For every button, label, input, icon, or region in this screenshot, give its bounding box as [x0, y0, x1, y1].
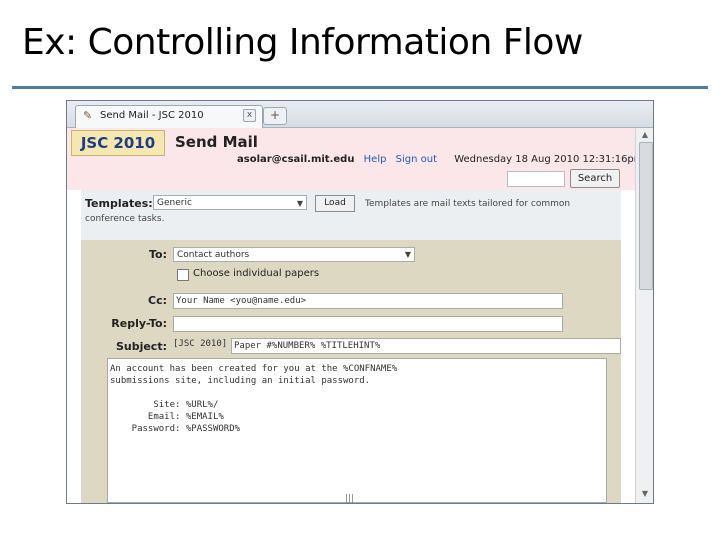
- close-icon[interactable]: x: [243, 109, 256, 122]
- sign-out-link[interactable]: Sign out: [396, 154, 437, 165]
- mail-form: To: Contact authors ▼ Choose individual …: [81, 240, 621, 503]
- subject-label: Subject:: [115, 340, 167, 353]
- search-button[interactable]: Search: [570, 169, 620, 188]
- page-header: JSC 2010 Send Mail asolar@csail.mit.edu …: [67, 128, 635, 190]
- scroll-up-icon[interactable]: ▲: [639, 130, 651, 140]
- templates-label: Templates:: [85, 197, 153, 210]
- user-email: asolar@csail.mit.edu: [237, 154, 355, 165]
- scroll-down-icon[interactable]: ▼: [639, 489, 651, 499]
- subject-prefix: [JSC 2010]: [173, 339, 228, 349]
- vertical-scrollbar[interactable]: ▲ ▼: [635, 128, 653, 503]
- page-viewport: JSC 2010 Send Mail asolar@csail.mit.edu …: [67, 128, 635, 503]
- user-bar: asolar@csail.mit.edu Help Sign out Wedne…: [237, 154, 635, 165]
- to-label: To:: [149, 248, 167, 261]
- new-tab-button[interactable]: +: [263, 107, 287, 125]
- conference-logo[interactable]: JSC 2010: [71, 130, 165, 156]
- body-scrollbar[interactable]: |||: [107, 494, 607, 503]
- templates-selected: Generic: [157, 198, 192, 208]
- scroll-grip-icon: |||: [345, 494, 355, 503]
- chevron-down-icon: ▼: [296, 199, 303, 208]
- chevron-down-icon: ▼: [404, 250, 411, 259]
- subject-field[interactable]: Paper #%NUMBER% %TITLEHINT%: [231, 338, 621, 354]
- page-icon: ✎: [83, 109, 93, 122]
- search-input[interactable]: [507, 171, 565, 187]
- choose-papers-checkbox[interactable]: [177, 269, 189, 281]
- reply-to-field[interactable]: [173, 316, 563, 332]
- title-divider: [12, 86, 708, 89]
- help-link[interactable]: Help: [364, 154, 387, 165]
- datetime: Wednesday 18 Aug 2010 12:31:16pm EDT: [454, 154, 635, 165]
- tab-strip: ✎ Send Mail - JSC 2010 x +: [67, 101, 653, 128]
- to-select[interactable]: Contact authors ▼: [173, 247, 415, 262]
- message-body[interactable]: An account has been created for you at t…: [107, 358, 607, 503]
- templates-panel: Templates are mail texts tailored for co…: [81, 190, 621, 240]
- choose-papers-label: Choose individual papers: [193, 268, 320, 279]
- cc-field[interactable]: Your Name <you@name.edu>: [173, 293, 563, 309]
- to-selected: Contact authors: [177, 250, 250, 260]
- scroll-thumb[interactable]: [639, 142, 653, 290]
- templates-select[interactable]: Generic ▼: [153, 195, 307, 210]
- load-button[interactable]: Load: [315, 195, 355, 212]
- slide-title: Ex: Controlling Information Flow: [22, 22, 583, 63]
- tab-label: Send Mail - JSC 2010: [100, 110, 204, 121]
- cc-label: Cc:: [148, 294, 167, 307]
- page-heading: Send Mail: [175, 133, 258, 151]
- tab-send-mail[interactable]: ✎ Send Mail - JSC 2010 x: [75, 105, 263, 128]
- reply-to-label: Reply-To:: [111, 317, 167, 330]
- browser-window: ✎ Send Mail - JSC 2010 x + JSC 2010 Send…: [66, 100, 654, 504]
